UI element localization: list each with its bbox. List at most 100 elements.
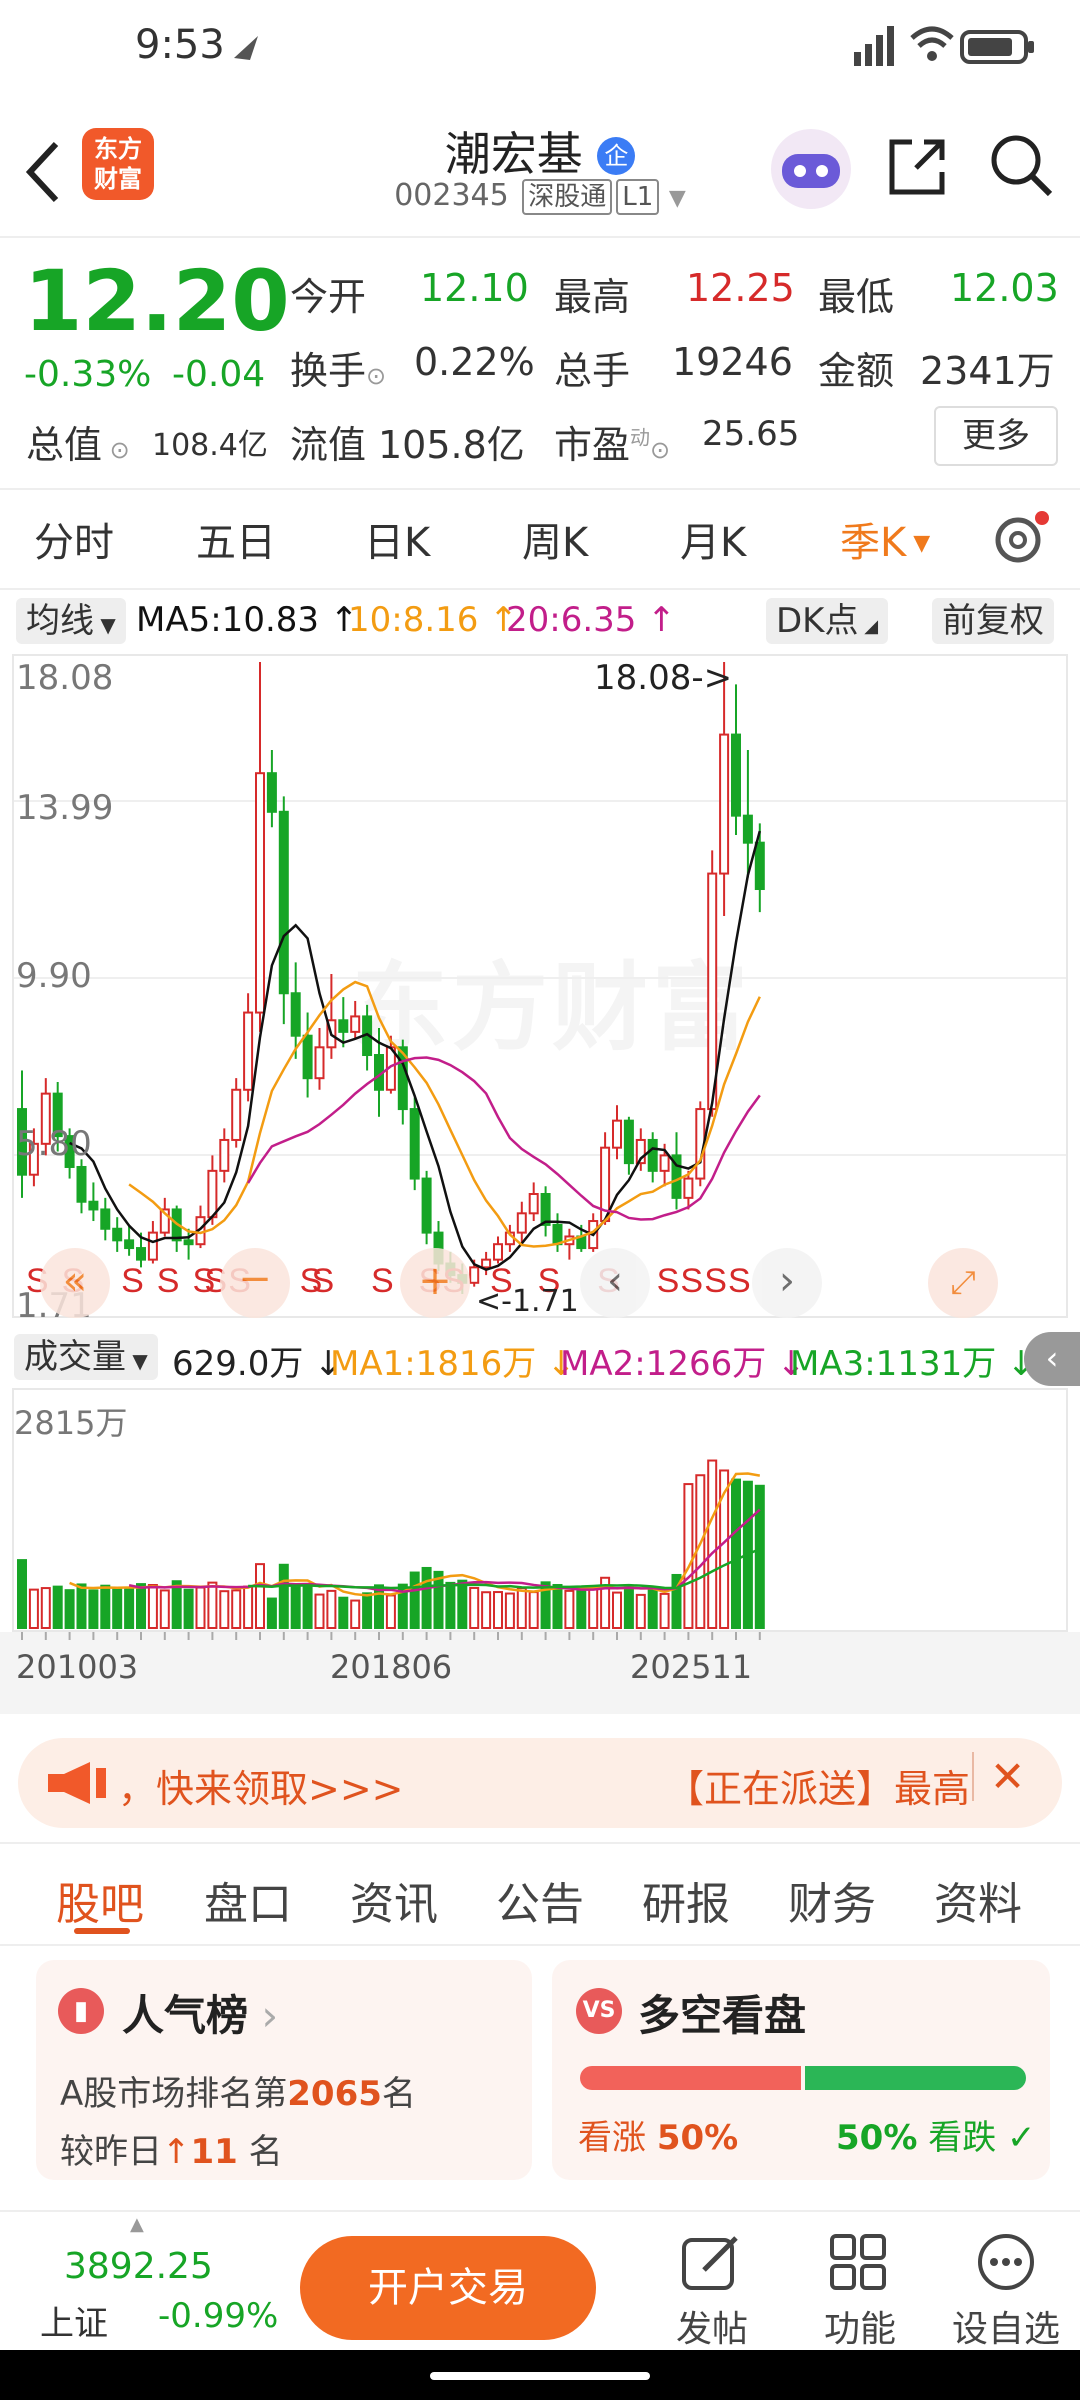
tab-research[interactable]: 研报: [642, 1868, 730, 1932]
change-pct: -0.33%: [24, 354, 152, 395]
popularity-card[interactable]: ▮ 人气榜 › A股市场排名第2065名 较昨日↑11 名: [36, 1960, 532, 2180]
candle-body: [302, 1034, 313, 1080]
status-bar: 9:53: [0, 0, 1080, 100]
watchlist-more-icon[interactable]: [976, 2232, 1038, 2294]
popularity-rank: A股市场排名第2065名: [60, 2074, 416, 2114]
megaphone-icon: [48, 1762, 106, 1804]
bull-bear-card[interactable]: VS 多空看盘 看涨 50% 50% 看跌 ✓: [552, 1960, 1050, 2180]
vol-ma3: MA3:1131万 ↓: [790, 1344, 1036, 1384]
candlestick-chart[interactable]: SSSSSSSSSSSSSSSSSSS: [0, 654, 1080, 1318]
tab-finance[interactable]: 财务: [788, 1868, 876, 1932]
candle-body: [266, 772, 277, 813]
volume-bar: [147, 1584, 158, 1630]
tab-guba[interactable]: 股吧: [56, 1868, 144, 1932]
post-edit-icon[interactable]: [680, 2232, 742, 2294]
low-label: 最低: [818, 275, 895, 319]
zoom-out-icon[interactable]: −: [220, 1248, 290, 1318]
candle-body: [552, 1223, 563, 1246]
volume-bar: [100, 1584, 111, 1629]
candle-body: [100, 1208, 111, 1230]
volume-bar: [88, 1589, 99, 1629]
stock-title: 潮宏基: [444, 127, 583, 181]
signal-marker: S: [657, 1262, 680, 1300]
tab-daily-k[interactable]: 日K: [364, 510, 430, 568]
ma-selector[interactable]: 均线 ▼: [16, 598, 126, 644]
tab-quarterly-k[interactable]: 季K ▼: [840, 510, 930, 568]
promo-banner[interactable]: ，快来领取>>> 【正在派送】最高 ✕: [18, 1738, 1062, 1828]
scroll-left-fast-icon[interactable]: «: [40, 1248, 110, 1318]
chart-settings-icon[interactable]: [990, 508, 1052, 570]
dropdown-triangle-icon[interactable]: ▼: [669, 186, 686, 211]
collapse-panel-icon[interactable]: ‹: [1024, 1332, 1080, 1386]
mktcap-label: 总值 ⊙: [26, 423, 130, 467]
candle-body: [124, 1239, 135, 1250]
divider: [0, 488, 1080, 490]
volume-bar: [52, 1585, 63, 1629]
tab-pankou[interactable]: 盘口: [204, 1868, 292, 1932]
function-grid-icon[interactable]: [828, 2232, 890, 2294]
amount-value: 2341万: [920, 349, 1055, 393]
volume-bar: [457, 1579, 468, 1630]
dk-point-button[interactable]: DK点 ◢: [766, 598, 889, 644]
volume-bar: [754, 1484, 765, 1629]
tab-profile[interactable]: 资料: [934, 1868, 1022, 1932]
volume-bar: [64, 1589, 75, 1630]
signal-marker: S: [728, 1262, 751, 1300]
float-label: 流值: [290, 423, 367, 467]
expand-arrow-icon[interactable]: ▲: [130, 2214, 144, 2235]
change-value: -0.04: [172, 354, 266, 395]
candle-body: [623, 1119, 634, 1165]
tab-five-day[interactable]: 五日: [196, 510, 276, 568]
tab-announcement[interactable]: 公告: [496, 1868, 584, 1932]
volume-bar: [374, 1584, 384, 1629]
candle-body: [207, 1169, 218, 1219]
candle-body: [754, 841, 765, 891]
volume-bar: [445, 1581, 456, 1630]
high-value: 12.25: [686, 266, 795, 310]
x-label-2: 201806: [330, 1648, 453, 1686]
signal-arrow-icon: [234, 36, 258, 60]
volume-bar: [28, 1588, 39, 1629]
function-label[interactable]: 功能: [824, 2300, 896, 2352]
indicator-selector[interactable]: 成交量 ▼: [14, 1334, 158, 1380]
vs-ratio-bar: [580, 2066, 1026, 2090]
prev-icon[interactable]: ‹: [580, 1248, 650, 1318]
post-label[interactable]: 发帖: [676, 2300, 748, 2352]
volume-bar: [576, 1590, 587, 1629]
banner-close-icon[interactable]: ✕: [972, 1752, 1025, 1801]
index-change[interactable]: -0.99%: [158, 2296, 278, 2336]
candle-body: [136, 1247, 146, 1261]
stock-name: 潮宏基 企: [0, 118, 1080, 184]
next-icon[interactable]: ›: [752, 1248, 822, 1318]
volume-bar: [707, 1459, 718, 1629]
tab-news[interactable]: 资讯: [350, 1868, 438, 1932]
vol-ma1: MA1:1816万 ↓: [330, 1344, 576, 1384]
candle-body: [290, 992, 301, 1037]
vs-bear-fill: [805, 2066, 1026, 2090]
volume-bar: [136, 1583, 146, 1630]
watchlist-label[interactable]: 设自选: [952, 2300, 1060, 2352]
volume-bar: [243, 1585, 254, 1629]
volume-bar: [504, 1592, 515, 1630]
home-indicator[interactable]: [430, 2372, 650, 2380]
ma20-value: 20:6.35 ↑: [506, 600, 676, 640]
tab-intraday[interactable]: 分时: [34, 510, 114, 568]
candle-body: [481, 1258, 492, 1269]
tab-weekly-k[interactable]: 周K: [522, 510, 588, 568]
trade-button[interactable]: 开户交易: [300, 2236, 596, 2340]
volume-bar: [171, 1580, 182, 1630]
fullscreen-icon[interactable]: ⤢: [928, 1248, 998, 1318]
divider: [0, 1842, 1080, 1844]
battery-icon: [960, 30, 1034, 64]
volume-bar: [659, 1592, 670, 1629]
y-label-4: 5.80: [16, 1124, 92, 1164]
candle-body: [469, 1266, 480, 1284]
signal-marker: S: [312, 1262, 335, 1300]
index-name[interactable]: 上证: [40, 2296, 108, 2345]
vs-bull-fill: [580, 2066, 801, 2090]
tab-monthly-k[interactable]: 月K: [680, 510, 746, 568]
index-value[interactable]: 3892.25: [64, 2246, 213, 2287]
zoom-in-icon[interactable]: +: [400, 1248, 470, 1318]
adjust-button[interactable]: 前复权: [932, 598, 1054, 644]
more-button[interactable]: 更多: [934, 406, 1058, 466]
